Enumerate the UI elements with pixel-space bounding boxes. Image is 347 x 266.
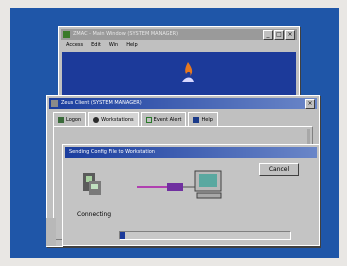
left-edge-strip	[46, 218, 56, 246]
logon-icon	[58, 116, 64, 123]
cancel-button[interactable]: Cancel	[259, 163, 299, 176]
app-icon	[63, 31, 70, 38]
client-close-button[interactable]: ×	[305, 99, 315, 109]
menu-bar: Access Edit Win Help	[62, 42, 296, 51]
menu-access[interactable]: Access	[66, 42, 83, 51]
tab-logon[interactable]: Logon	[53, 112, 87, 126]
tab-label: Event Alert	[153, 116, 182, 123]
main-window-titlebar[interactable]: ZMAC - Main Window (SYSTEM MANAGER) _ □ …	[61, 29, 297, 40]
menu-help[interactable]: Help	[126, 42, 137, 51]
tab-strip: Logon Workstations Event Alert Help	[53, 112, 218, 126]
source-computer-icon	[83, 173, 101, 195]
maximize-button[interactable]: □	[274, 30, 284, 40]
tab-label: Workstations	[101, 116, 134, 123]
progress-fill	[120, 232, 126, 239]
close-button[interactable]: ×	[285, 30, 295, 40]
progress-bar	[119, 231, 291, 240]
flame-logo-icon	[182, 62, 194, 82]
menu-win[interactable]: Win	[109, 42, 118, 51]
send-config-dialog: Sending Config File to Workstation Cance…	[62, 144, 320, 246]
client-app-icon	[51, 100, 58, 107]
tab-event-alert[interactable]: Event Alert	[140, 112, 187, 126]
desktop: ZMAC - Main Window (SYSTEM MANAGER) _ □ …	[10, 8, 339, 258]
minimize-button[interactable]: _	[263, 30, 273, 40]
workstation-computer-icon	[194, 170, 222, 199]
tab-label: Help	[201, 116, 213, 123]
workstation-icon	[93, 116, 100, 123]
tab-help[interactable]: Help	[188, 112, 218, 126]
cancel-label: Cancel	[268, 166, 290, 173]
main-window-title: ZMAC - Main Window (SYSTEM MANAGER)	[73, 31, 179, 37]
alert-icon	[145, 116, 152, 123]
tab-workstations[interactable]: Workstations	[88, 112, 139, 126]
transfer-connection-icon	[137, 183, 197, 191]
dialog-title: Sending Config File to Workstation	[69, 149, 155, 155]
client-window-titlebar[interactable]: Zeus Client (SYSTEM MANAGER) ×	[49, 98, 317, 109]
tab-label: Logon	[66, 116, 82, 123]
help-icon	[193, 116, 200, 123]
dialog-titlebar[interactable]: Sending Config File to Workstation	[65, 147, 317, 158]
menu-edit[interactable]: Edit	[91, 42, 101, 51]
status-text: Connecting	[77, 211, 112, 218]
client-window-title: Zeus Client (SYSTEM MANAGER)	[61, 100, 142, 106]
